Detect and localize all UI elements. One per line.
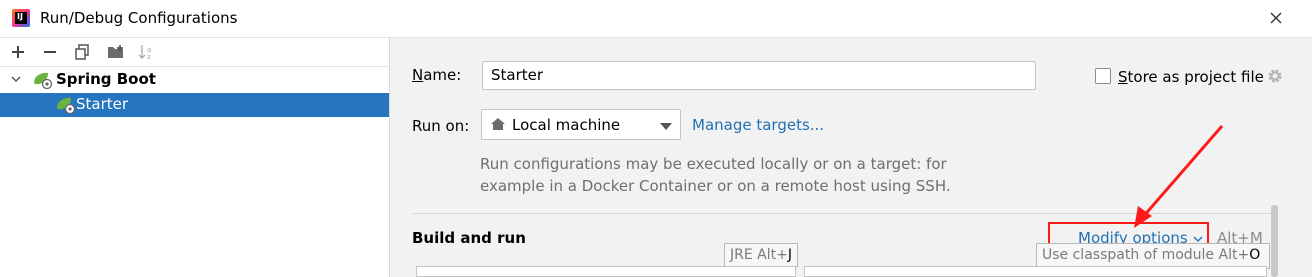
jre-shortcut-prefix: Alt+ xyxy=(757,247,788,263)
close-icon[interactable] xyxy=(1266,8,1286,28)
tree-group-label: Spring Boot xyxy=(56,70,156,88)
build-and-run-title: Build and run xyxy=(412,229,526,247)
classpath-shortcut-key: O xyxy=(1249,247,1261,263)
sort-icon[interactable]: az xyxy=(137,42,157,62)
tree-item-label: Starter xyxy=(76,95,129,113)
jre-shortcut-key: J xyxy=(787,247,792,263)
gear-icon[interactable] xyxy=(1266,67,1284,85)
spring-boot-icon xyxy=(34,72,53,89)
run-on-hint-line-2: example in a Docker Container or on a re… xyxy=(480,177,951,195)
jre-field[interactable] xyxy=(416,266,796,277)
tree-group-spring-boot[interactable]: Spring Boot xyxy=(0,68,389,92)
title-bar: IJ Run/Debug Configurations xyxy=(0,0,1312,38)
annotation-arrow xyxy=(1134,125,1224,228)
jre-hint-text: JRE xyxy=(730,247,753,263)
scrollbar[interactable] xyxy=(1271,205,1278,277)
jre-shortcut-hint: JRE Alt+J xyxy=(724,243,798,267)
configurations-tree-pane: az Spring Boot Starter xyxy=(0,38,390,277)
store-as-project-file-checkbox[interactable] xyxy=(1095,68,1111,84)
classpath-shortcut-prefix: Alt+ xyxy=(1218,247,1250,263)
run-on-hint-line-1: Run configurations may be executed local… xyxy=(480,155,947,173)
classpath-hint-text: Use classpath of module xyxy=(1042,247,1215,263)
home-icon xyxy=(491,118,505,130)
add-icon[interactable] xyxy=(8,42,28,62)
run-on-value: Local machine xyxy=(512,116,621,134)
remove-icon[interactable] xyxy=(40,42,60,62)
svg-text:z: z xyxy=(147,53,151,60)
name-label: Name: xyxy=(412,66,462,84)
chevron-down-icon xyxy=(660,123,672,130)
store-as-project-file-label[interactable]: Store as project file xyxy=(1118,68,1264,86)
classpath-field[interactable] xyxy=(804,266,1267,277)
window-title: Run/Debug Configurations xyxy=(40,9,238,27)
tree-toolbar: az xyxy=(0,38,389,67)
intellij-logo-icon: IJ xyxy=(12,9,30,27)
new-folder-icon[interactable] xyxy=(106,42,126,62)
tree-item-starter[interactable]: Starter xyxy=(0,93,389,117)
manage-targets-link[interactable]: Manage targets... xyxy=(692,116,824,134)
run-on-label: Run on: xyxy=(412,117,470,135)
run-on-dropdown[interactable]: Local machine xyxy=(481,109,681,140)
copy-icon[interactable] xyxy=(72,42,92,62)
spring-boot-icon xyxy=(57,97,76,114)
name-field[interactable]: Starter xyxy=(482,61,1036,90)
chevron-down-icon[interactable] xyxy=(10,73,22,85)
